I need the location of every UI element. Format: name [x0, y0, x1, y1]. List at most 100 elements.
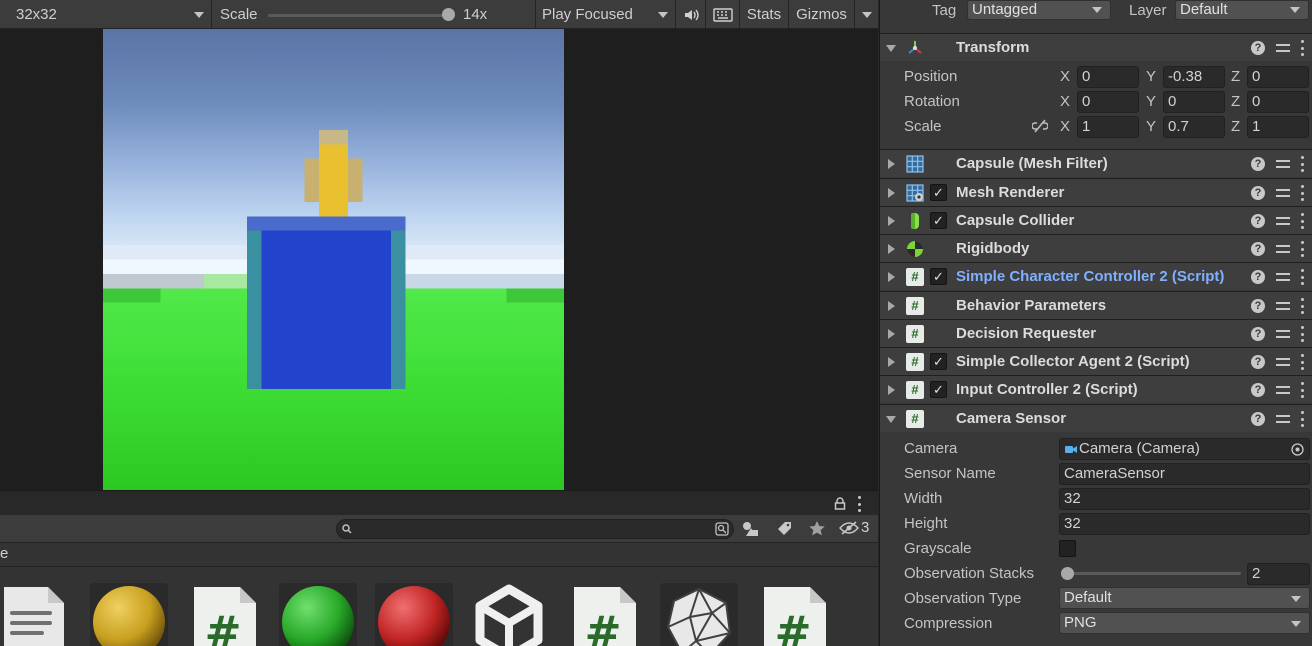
component-header-capsule-collider[interactable]: ✓ Capsule Collider ?	[880, 206, 1312, 234]
tag-dropdown[interactable]: Untagged	[967, 0, 1111, 20]
presets-icon[interactable]	[1276, 355, 1290, 369]
grayscale-checkbox[interactable]	[1059, 540, 1076, 557]
transform-header[interactable]: Transform ?	[880, 33, 1312, 61]
scale-x-field[interactable]: 1	[1077, 116, 1139, 138]
help-icon[interactable]: ?	[1251, 41, 1265, 55]
foldout-collapsed-icon[interactable]	[888, 216, 895, 226]
object-picker-icon[interactable]	[1291, 443, 1304, 456]
component-menu-icon[interactable]	[1301, 40, 1305, 56]
presets-icon[interactable]	[1276, 214, 1290, 228]
component-header-mesh-filter[interactable]: Capsule (Mesh Filter) ?	[880, 149, 1312, 177]
asset-script[interactable]: #	[190, 583, 268, 646]
component-menu-icon[interactable]	[1301, 411, 1305, 427]
presets-icon[interactable]	[1276, 299, 1290, 313]
presets-icon[interactable]	[1276, 412, 1290, 426]
component-header-behavior-parameters[interactable]: # Behavior Parameters ?	[880, 291, 1312, 319]
scale-y-field[interactable]: 0.7	[1163, 116, 1225, 138]
help-icon[interactable]: ?	[1251, 355, 1265, 369]
rotation-z-field[interactable]: 0	[1247, 91, 1309, 113]
foldout-collapsed-icon[interactable]	[888, 357, 895, 367]
help-icon[interactable]: ?	[1251, 383, 1265, 397]
scale-z-field[interactable]: 1	[1247, 116, 1309, 138]
component-menu-icon[interactable]	[1301, 269, 1305, 285]
asset-text-file[interactable]	[0, 583, 70, 646]
help-icon[interactable]: ?	[1251, 157, 1265, 171]
component-menu-icon[interactable]	[1301, 241, 1305, 257]
sensor-name-field[interactable]: CameraSensor	[1059, 463, 1310, 485]
help-icon[interactable]: ?	[1251, 412, 1265, 426]
resolution-dropdown[interactable]: 32x32	[0, 0, 212, 29]
width-field[interactable]: 32	[1059, 488, 1310, 510]
presets-icon[interactable]	[1276, 327, 1290, 341]
layer-dropdown[interactable]: Default	[1175, 0, 1309, 20]
component-menu-icon[interactable]	[1301, 156, 1305, 172]
component-enabled-checkbox[interactable]: ✓	[930, 353, 947, 370]
favorites-star-icon[interactable]	[809, 521, 825, 536]
presets-icon[interactable]	[1276, 270, 1290, 284]
component-menu-icon[interactable]	[1301, 354, 1305, 370]
rotation-y-field[interactable]: 0	[1163, 91, 1225, 113]
play-mode-dropdown[interactable]: Play Focused	[536, 0, 676, 29]
help-icon[interactable]: ?	[1251, 214, 1265, 228]
help-icon[interactable]: ?	[1251, 270, 1265, 284]
asset-unity-scene[interactable]	[470, 583, 548, 646]
component-menu-icon[interactable]	[1301, 326, 1305, 342]
component-header-decision-requester[interactable]: # Decision Requester ?	[880, 319, 1312, 347]
position-z-field[interactable]: 0	[1247, 66, 1309, 88]
asset-material-yellow[interactable]	[90, 583, 168, 646]
asset-material-green[interactable]	[279, 583, 357, 646]
panel-menu-icon[interactable]	[858, 496, 862, 512]
camera-object-field[interactable]: Camera (Camera)	[1059, 438, 1310, 460]
asset-material-red[interactable]	[375, 583, 453, 646]
mute-audio-button[interactable]	[676, 0, 706, 29]
stats-button[interactable]: Stats	[740, 0, 789, 29]
position-x-field[interactable]: 0	[1077, 66, 1139, 88]
project-search-input[interactable]	[336, 519, 734, 539]
gizmos-dropdown[interactable]	[855, 0, 878, 29]
hidden-packages-toggle[interactable]: 3	[839, 519, 869, 536]
foldout-collapsed-icon[interactable]	[888, 159, 895, 169]
component-menu-icon[interactable]	[1301, 298, 1305, 314]
help-icon[interactable]: ?	[1251, 327, 1265, 341]
presets-icon[interactable]	[1276, 242, 1290, 256]
asset-script[interactable]: #	[570, 583, 648, 646]
search-mode-icon[interactable]	[715, 522, 729, 536]
compression-dropdown[interactable]: PNG	[1059, 612, 1310, 634]
foldout-collapsed-icon[interactable]	[888, 329, 895, 339]
observation-stacks-field[interactable]: 2	[1247, 563, 1310, 585]
observation-type-dropdown[interactable]: Default	[1059, 587, 1310, 609]
component-header-simple-collector-agent[interactable]: # ✓ Simple Collector Agent 2 (Script) ?	[880, 347, 1312, 375]
foldout-expanded-icon[interactable]	[886, 45, 896, 52]
component-header-camera-sensor[interactable]: # Camera Sensor ?	[880, 404, 1312, 432]
foldout-collapsed-icon[interactable]	[888, 272, 895, 282]
shortcuts-button[interactable]	[706, 0, 740, 29]
component-menu-icon[interactable]	[1301, 382, 1305, 398]
asset-script[interactable]: #	[760, 583, 838, 646]
scale-slider-track[interactable]	[268, 14, 454, 17]
component-enabled-checkbox[interactable]: ✓	[930, 381, 947, 398]
foldout-collapsed-icon[interactable]	[888, 301, 895, 311]
foldout-collapsed-icon[interactable]	[888, 385, 895, 395]
foldout-expanded-icon[interactable]	[886, 416, 896, 423]
component-header-simple-character-controller[interactable]: # ✓ Simple Character Controller 2 (Scrip…	[880, 262, 1312, 290]
breadcrumb-folder[interactable]: e	[0, 545, 8, 562]
asset-mesh[interactable]	[660, 583, 738, 646]
presets-icon[interactable]	[1276, 41, 1290, 55]
help-icon[interactable]: ?	[1251, 242, 1265, 256]
presets-icon[interactable]	[1276, 383, 1290, 397]
foldout-collapsed-icon[interactable]	[888, 244, 895, 254]
component-menu-icon[interactable]	[1301, 185, 1305, 201]
scale-slider-handle[interactable]	[442, 8, 455, 21]
help-icon[interactable]: ?	[1251, 299, 1265, 313]
component-header-input-controller[interactable]: # ✓ Input Controller 2 (Script) ?	[880, 375, 1312, 403]
observation-stacks-slider-handle[interactable]	[1061, 567, 1074, 580]
component-header-rigidbody[interactable]: Rigidbody ?	[880, 234, 1312, 262]
lock-icon[interactable]	[834, 497, 846, 510]
presets-icon[interactable]	[1276, 157, 1290, 171]
component-header-mesh-renderer[interactable]: ✓ Mesh Renderer ?	[880, 178, 1312, 206]
component-menu-icon[interactable]	[1301, 213, 1305, 229]
height-field[interactable]: 32	[1059, 513, 1310, 535]
observation-stacks-slider-track[interactable]	[1065, 572, 1241, 575]
search-by-type-icon[interactable]	[742, 521, 759, 537]
foldout-collapsed-icon[interactable]	[888, 188, 895, 198]
